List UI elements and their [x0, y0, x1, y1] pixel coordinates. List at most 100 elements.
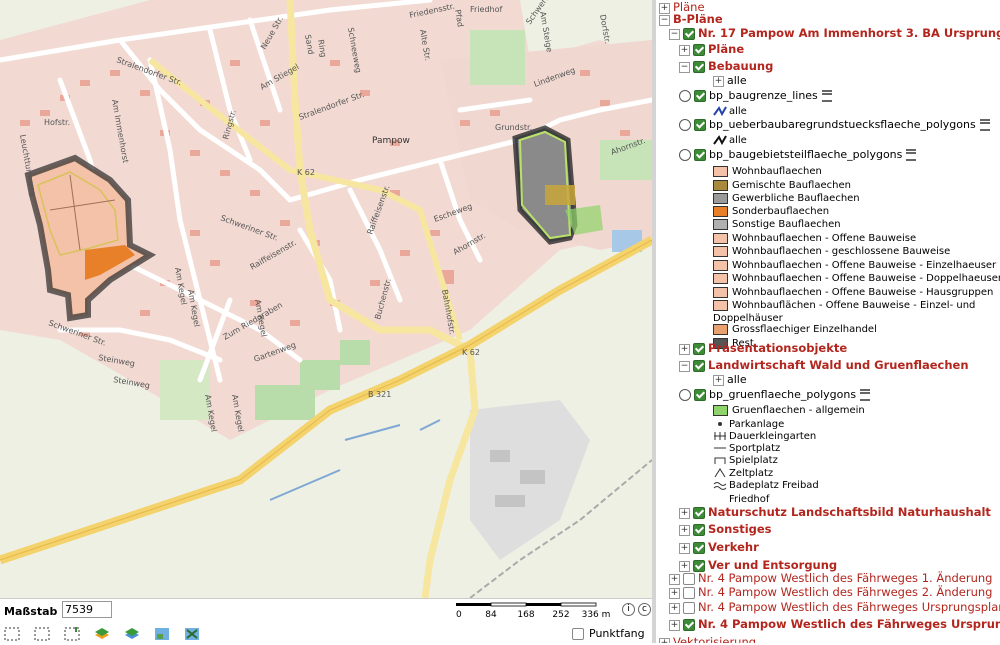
legend-row[interactable]: + Nr. 4 Pampow Westlich des Fährweges 2. … [669, 585, 992, 599]
expand-icon[interactable]: + [669, 573, 680, 585]
legend-row[interactable]: Spielplatz [713, 453, 778, 467]
legend-row[interactable]: bp_baugebietsteilflaeche_polygons [679, 148, 917, 162]
expand-icon[interactable]: + [679, 542, 690, 554]
layer-visibility-checkbox[interactable] [694, 149, 706, 161]
expand-icon[interactable]: + [669, 587, 680, 599]
expand-icon[interactable]: + [669, 602, 680, 614]
legend-row[interactable]: + Pläne [679, 42, 744, 56]
layer-visibility-checkbox[interactable] [683, 619, 695, 631]
layer-select-radio[interactable] [679, 90, 691, 102]
map-export-icon[interactable] [184, 626, 200, 640]
legend-row[interactable]: + Nr. 4 Pampow Westlich des Fährweges 1. … [669, 571, 992, 585]
collapse-icon[interactable]: − [669, 28, 680, 40]
punktfang-checkbox[interactable] [572, 628, 584, 640]
collapse-icon[interactable]: − [679, 61, 690, 73]
layer-visibility-checkbox[interactable] [693, 524, 705, 536]
legend-row[interactable]: + Präsentationsobjekte [679, 341, 847, 355]
legend-row[interactable]: Wohnbauflaechen - Offene Bauweise - Haus… [713, 285, 993, 299]
expand-icon[interactable]: + [669, 619, 680, 631]
layer-menu-icon[interactable] [821, 90, 832, 102]
zoom-in-icon[interactable] [64, 626, 80, 641]
collapse-icon[interactable]: − [679, 360, 690, 372]
legend-row[interactable]: Wohnbauflaechen - Offene Bauweise - Einz… [713, 258, 996, 272]
legend-row[interactable]: Friedhof [713, 492, 769, 506]
layer-visibility-checkbox[interactable] [693, 360, 705, 372]
layer-visibility-checkbox[interactable] [683, 587, 695, 599]
layer-legend-panel[interactable]: + Pläne − B-Pläne − Nr. 17 Pampow Am Immenhor… [657, 0, 1000, 643]
expand-icon[interactable]: + [679, 507, 690, 519]
legend-row[interactable]: Wohnbauflächen - Offene Bauweise - Einze… [713, 298, 975, 312]
water-ditch [269, 469, 341, 501]
legend-row[interactable]: Wohnbauflaechen - geschlossene Bauweise [713, 244, 950, 258]
collapse-icon[interactable]: − [659, 14, 670, 26]
layer-visibility-checkbox[interactable] [683, 602, 695, 614]
legend-row[interactable]: + Nr. 4 Pampow Westlich des Fährweges Urs… [669, 617, 1000, 631]
layer-select-radio[interactable] [679, 119, 691, 131]
panel-splitter[interactable] [652, 0, 656, 643]
legend-row[interactable]: Sonderbauflaechen [713, 204, 829, 218]
layer-select-radio[interactable] [679, 149, 691, 161]
zoom-out-icon[interactable] [4, 626, 20, 641]
legend-row[interactable]: Sonstige Bauflaechen [713, 217, 841, 231]
legend-row[interactable]: − B-Pläne [659, 12, 723, 26]
legend-row[interactable]: Grossflaechiger Einzelhandel [713, 322, 877, 336]
legend-row[interactable]: alle [713, 133, 747, 147]
layer-visibility-checkbox[interactable] [693, 507, 705, 519]
layer-visibility-checkbox[interactable] [683, 573, 695, 585]
legend-row[interactable]: + alle [713, 373, 747, 387]
layer-visibility-checkbox[interactable] [693, 343, 705, 355]
legend-row[interactable]: + Ver und Entsorgung [679, 558, 837, 572]
legend-row[interactable]: − Landwirtschaft Wald und Gruenflaechen [679, 358, 969, 372]
legend-row[interactable]: Wohnbauflaechen [713, 164, 822, 178]
legend-row[interactable]: + Naturschutz Landschaftsbild Naturhausha… [679, 505, 991, 519]
map-canvas[interactable]: FriedhofSchweriner WegPfadFriedensstr.Al… [0, 0, 652, 598]
layers-alt-icon[interactable] [124, 626, 140, 640]
layer-visibility-checkbox[interactable] [693, 61, 705, 73]
layer-visibility-checkbox[interactable] [693, 542, 705, 554]
legend-row[interactable]: − Bebauung [679, 59, 773, 73]
legend-row[interactable]: alle [713, 104, 747, 118]
legend-row[interactable]: + Vektorisierung [659, 635, 756, 643]
punktfang-toggle[interactable]: Punktfang [572, 627, 645, 640]
layer-visibility-checkbox[interactable] [694, 90, 706, 102]
expand-icon[interactable]: + [713, 374, 724, 386]
expand-icon[interactable]: + [679, 343, 690, 355]
legend-row[interactable]: Badeplatz Freibad [713, 478, 819, 492]
legend-row[interactable]: + alle [713, 74, 747, 88]
legend-row[interactable]: Wohnbauflaechen - Offene Bauweise - Dopp… [713, 271, 1000, 285]
legend-row[interactable]: Gemischte Bauflaechen [713, 178, 851, 192]
expand-icon[interactable]: + [679, 560, 690, 572]
zoom-extent-icon[interactable] [34, 626, 50, 641]
layer-visibility-checkbox[interactable] [683, 28, 695, 40]
legend-row[interactable]: Wohnbauflaechen - Offene Bauweise [713, 231, 916, 245]
copyright-icon[interactable]: c [638, 603, 651, 616]
expand-icon[interactable]: + [713, 75, 724, 87]
legend-row[interactable]: − Nr. 17 Pampow Am Immenhorst 3. BA Urspr… [669, 26, 1000, 40]
legend-row[interactable]: bp_gruenflaeche_polygons [679, 388, 871, 402]
layer-menu-icon[interactable] [979, 119, 990, 131]
legend-row[interactable]: + Sonstiges [679, 522, 772, 536]
layer-visibility-checkbox[interactable] [693, 44, 705, 56]
legend-row[interactable]: + Verkehr [679, 540, 759, 554]
legend-label: alle [729, 135, 747, 146]
layer-select-radio[interactable] [679, 389, 691, 401]
map-svg[interactable]: FriedhofSchweriner WegPfadFriedensstr.Al… [0, 0, 652, 598]
layer-visibility-checkbox[interactable] [694, 389, 706, 401]
legend-row[interactable]: Gruenflaechen - allgemein [713, 403, 865, 417]
layer-menu-icon[interactable] [860, 389, 871, 401]
legend-row[interactable]: Gewerbliche Bauflaechen [713, 191, 860, 205]
map-image-icon[interactable] [154, 626, 170, 640]
legend-row[interactable]: bp_ueberbaubaregrundstuecksflaeche_polyg… [679, 118, 990, 132]
info-icon[interactable]: i [622, 603, 635, 616]
layer-visibility-checkbox[interactable] [694, 119, 706, 131]
legend-row[interactable]: bp_baugrenze_lines [679, 89, 832, 103]
legend-swatch [713, 165, 728, 177]
spielplatz-icon [713, 455, 727, 465]
expand-icon[interactable]: + [659, 637, 670, 643]
scale-input[interactable] [62, 601, 112, 618]
expand-icon[interactable]: + [679, 524, 690, 536]
legend-row[interactable]: + Nr. 4 Pampow Westlich des Fährweges Urs… [669, 600, 1000, 614]
layers-icon[interactable] [94, 626, 110, 640]
expand-icon[interactable]: + [679, 44, 690, 56]
layer-menu-icon[interactable] [906, 149, 917, 161]
